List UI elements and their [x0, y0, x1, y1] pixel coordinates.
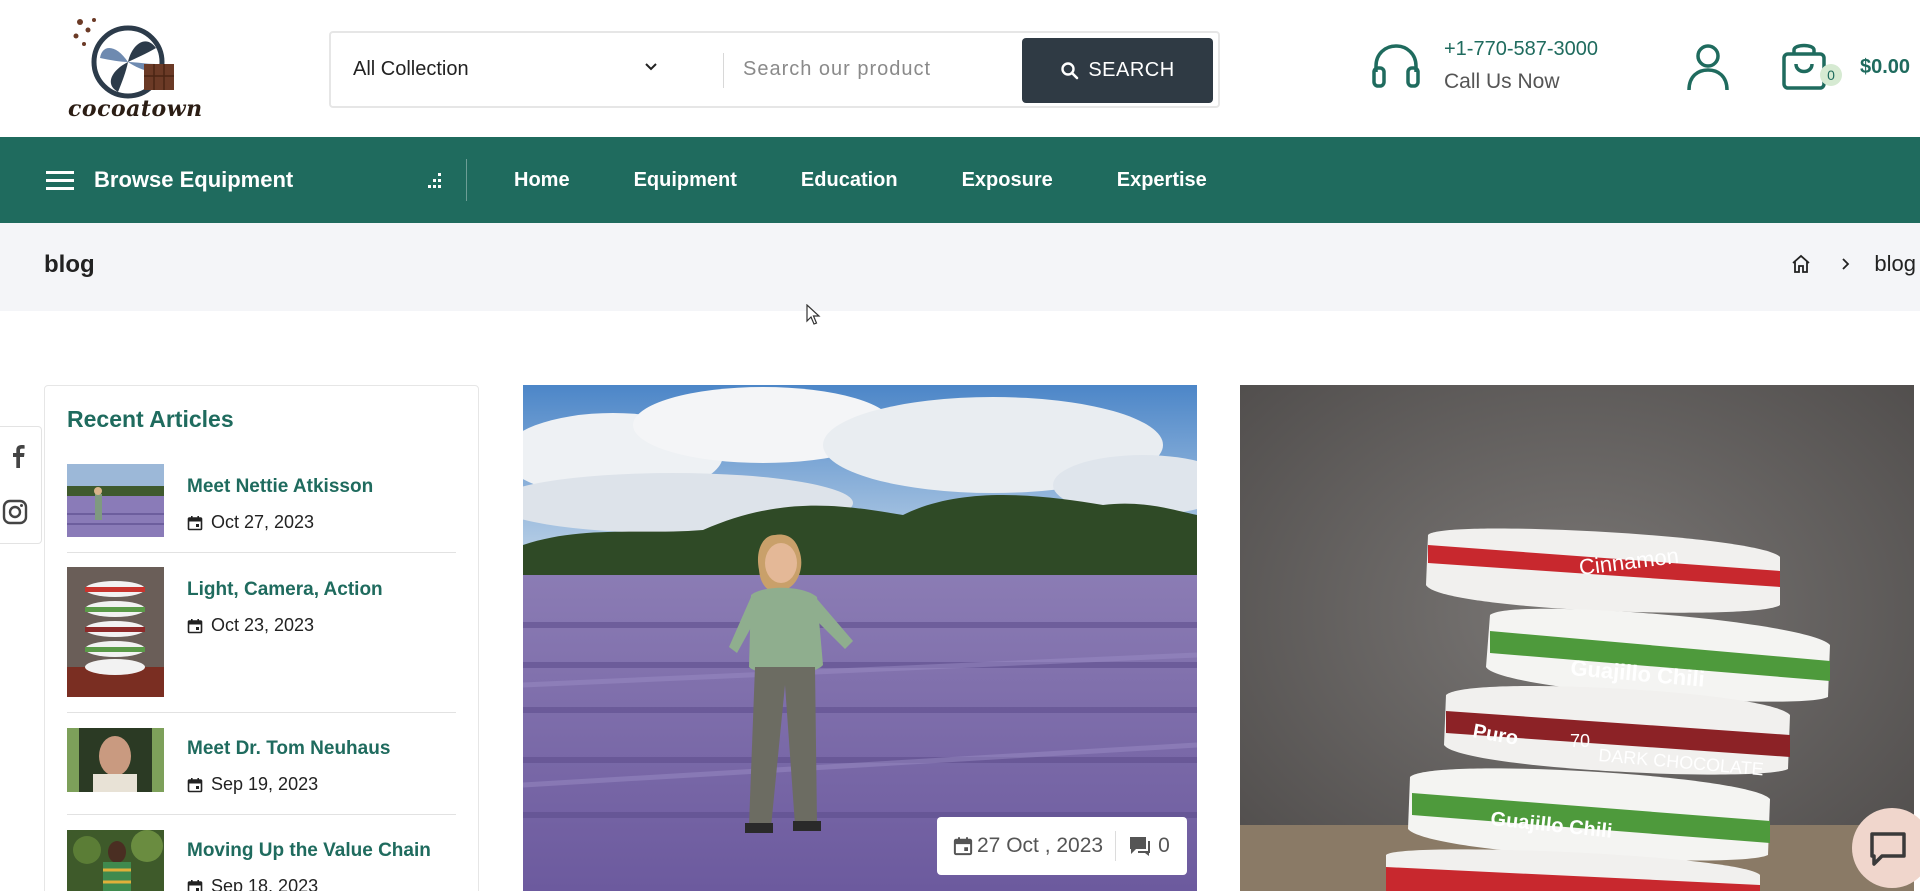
nav-link-home[interactable]: Home — [514, 169, 570, 192]
article-date-text: Sep 19, 2023 — [211, 774, 319, 794]
support-contact: +1-770-587-3000 Call Us Now — [1370, 36, 1600, 106]
menu-icon — [46, 171, 74, 190]
search-icon — [1061, 61, 1079, 79]
breadcrumb-current: blog — [1874, 251, 1916, 276]
article-divider — [67, 552, 456, 553]
article-title-link[interactable]: Moving Up the Value Chain — [187, 840, 431, 862]
support-label: Call Us Now — [1444, 70, 1560, 93]
list-item: Moving Up the Value Chain Sep 18, 2023 — [67, 830, 456, 891]
nav-link-expertise[interactable]: Expertise — [1117, 169, 1207, 192]
article-title-link[interactable]: Light, Camera, Action — [187, 579, 383, 601]
calendar-icon — [187, 777, 203, 792]
collection-select-value: All Collection — [353, 58, 469, 80]
nav-links: Home Equipment Education Exposure Expert… — [514, 137, 1271, 223]
nav-link-equipment[interactable]: Equipment — [634, 169, 737, 192]
chevron-down-icon — [645, 63, 657, 71]
search-input[interactable] — [743, 47, 1013, 92]
home-icon[interactable] — [1790, 253, 1812, 275]
cart-count-badge: 0 — [1820, 64, 1842, 86]
post-image-lavender-field[interactable] — [523, 385, 1197, 891]
cart-total[interactable]: $0.00 — [1860, 56, 1910, 79]
social-links — [0, 426, 42, 544]
post-image-chocolate-stack[interactable]: Cinnamon Guajillo Chili Puro 70 DARK CHO… — [1240, 385, 1914, 891]
article-title-link[interactable]: Meet Dr. Tom Neuhaus — [187, 738, 390, 760]
post-date: 27 Oct , 2023 — [977, 834, 1104, 857]
headset-icon — [1372, 44, 1420, 88]
user-icon[interactable] — [1685, 42, 1731, 92]
article-date-text: Oct 23, 2023 — [211, 615, 315, 635]
meta-divider — [1115, 831, 1117, 861]
page-header-band: blog blog — [0, 223, 1920, 311]
nav-link-exposure[interactable]: Exposure — [962, 169, 1053, 192]
recent-articles-sidebar: Recent Articles Meet Nettie Atkisson Oct… — [44, 385, 479, 891]
article-thumbnail[interactable] — [67, 728, 164, 792]
article-thumbnail[interactable] — [67, 830, 164, 891]
page-title: blog — [44, 251, 95, 278]
comments-icon — [1130, 837, 1151, 856]
article-date-text: Sep 18, 2023 — [211, 876, 319, 891]
calendar-icon — [187, 879, 203, 891]
blog-post-card[interactable]: 27 Oct , 2023 0 — [523, 385, 1197, 891]
search-button[interactable]: SEARCH — [1022, 38, 1213, 103]
facebook-icon[interactable] — [6, 443, 30, 469]
article-date: Sep 19, 2023 — [187, 774, 318, 795]
list-item: Meet Nettie Atkisson Oct 27, 2023 — [67, 464, 456, 553]
collection-select[interactable]: All Collection — [353, 33, 683, 106]
site-header: cocoatown All Collection SEARCH +1-770-5… — [0, 0, 1920, 137]
instagram-icon[interactable] — [2, 499, 28, 525]
grip-icon[interactable] — [424, 169, 446, 191]
search-button-label: SEARCH — [1088, 59, 1175, 81]
article-divider — [67, 712, 456, 713]
article-divider — [67, 814, 456, 815]
search-divider — [723, 53, 724, 88]
browse-equipment-label: Browse Equipment — [94, 167, 294, 192]
browse-equipment-toggle[interactable]: Browse Equipment — [46, 137, 293, 223]
article-date: Oct 27, 2023 — [187, 512, 314, 533]
chocolate-label: 70 — [1570, 731, 1590, 751]
article-thumbnail[interactable] — [67, 464, 164, 537]
nav-link-education[interactable]: Education — [801, 169, 898, 192]
calendar-icon — [187, 515, 203, 530]
support-phone-link[interactable]: +1-770-587-3000 — [1444, 38, 1598, 61]
article-date: Oct 23, 2023 — [187, 615, 314, 636]
breadcrumb: blog — [1790, 251, 1916, 277]
blog-post-card[interactable]: Cinnamon Guajillo Chili Puro 70 DARK CHO… — [1240, 385, 1914, 891]
list-item: Light, Camera, Action Oct 23, 2023 — [67, 567, 456, 713]
mouse-cursor-icon — [806, 304, 821, 325]
nav-divider — [466, 159, 467, 201]
recent-articles-heading: Recent Articles — [67, 406, 234, 432]
search-bar: All Collection SEARCH — [329, 31, 1220, 108]
chevron-right-icon — [1842, 258, 1850, 270]
post-meta: 27 Oct , 2023 0 — [937, 817, 1187, 875]
list-item: Meet Dr. Tom Neuhaus Sep 19, 2023 — [67, 728, 456, 815]
article-date: Sep 18, 2023 — [187, 876, 318, 891]
calendar-icon — [953, 837, 973, 856]
chat-icon — [1870, 832, 1906, 866]
main-navigation: Browse Equipment Home Equipment Educatio… — [0, 137, 1920, 223]
article-thumbnail[interactable] — [67, 567, 164, 697]
article-title-link[interactable]: Meet Nettie Atkisson — [187, 476, 373, 498]
logo-wordmark: cocoatown — [68, 96, 203, 122]
post-comment-count: 0 — [1158, 834, 1170, 857]
calendar-icon — [187, 618, 203, 633]
article-date-text: Oct 27, 2023 — [211, 512, 315, 532]
